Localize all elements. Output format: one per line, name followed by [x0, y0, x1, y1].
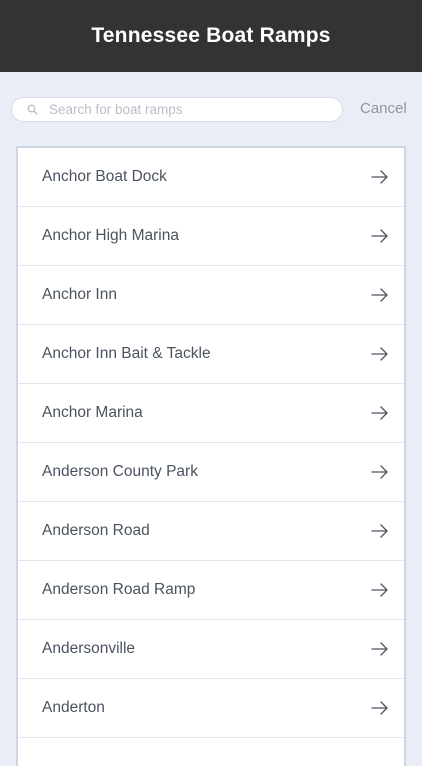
list-item[interactable]: Anderson County Park: [18, 443, 404, 502]
arrow-right-icon: [370, 641, 390, 657]
arrow-right-icon: [370, 346, 390, 362]
list-item-label: Anderton: [42, 699, 105, 716]
list-item[interactable]: Andersonville: [18, 620, 404, 679]
page-title: Tennessee Boat Ramps: [91, 24, 331, 47]
list-item-label: Anderson Road Ramp: [42, 581, 196, 598]
search-icon: [25, 103, 39, 117]
boat-ramp-list: Anchor Boat Dock Anchor High Marina Anch…: [16, 146, 406, 766]
list-item[interactable]: Anchor Marina: [18, 384, 404, 443]
arrow-right-icon: [370, 700, 390, 716]
list-item[interactable]: Anchor High Marina: [18, 207, 404, 266]
list-item-label: Andersonville: [42, 640, 136, 657]
arrow-right-icon: [370, 523, 390, 539]
list-item[interactable]: Anchor Inn Bait & Tackle: [18, 325, 404, 384]
arrow-right-icon: [370, 169, 390, 185]
list-item[interactable]: Anchor Boat Dock: [18, 148, 404, 207]
arrow-right-icon: [370, 228, 390, 244]
cancel-button[interactable]: Cancel: [360, 100, 407, 117]
search-bar: Cancel: [0, 72, 422, 146]
arrow-right-icon: [370, 405, 390, 421]
list-item-label: Anchor Boat Dock: [42, 168, 167, 185]
arrow-right-icon: [370, 464, 390, 480]
arrow-right-icon: [370, 582, 390, 598]
list-item-label: Anchor Inn Bait & Tackle: [42, 345, 211, 362]
list-item-label: Anderson County Park: [42, 463, 198, 480]
list-item[interactable]: Anderson Road: [18, 502, 404, 561]
list-item[interactable]: Anderson Road Ramp: [18, 561, 404, 620]
list-item[interactable]: Anchor Inn: [18, 266, 404, 325]
list-item-label: Anderson Road: [42, 522, 150, 539]
list-item-label: Anchor Marina: [42, 404, 143, 421]
list-item[interactable]: Anderton: [18, 679, 404, 738]
arrow-right-icon: [370, 287, 390, 303]
app-header: Tennessee Boat Ramps: [0, 0, 422, 72]
search-input[interactable]: [49, 102, 309, 117]
list-item-label: Anchor High Marina: [42, 227, 179, 244]
search-field[interactable]: [11, 97, 343, 122]
list-item-label: Anchor Inn: [42, 286, 117, 303]
